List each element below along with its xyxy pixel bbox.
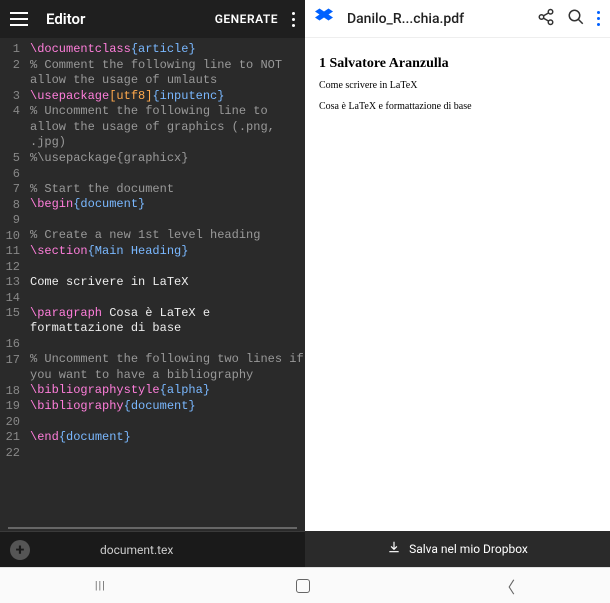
add-tab-button[interactable]: + [10, 540, 30, 560]
pdf-footer: Salva nel mio Dropbox [305, 531, 610, 567]
pdf-overflow-icon[interactable] [597, 11, 600, 26]
menu-icon[interactable] [10, 12, 28, 26]
pdf-section-heading: 1 Salvatore Aranzulla [319, 56, 596, 72]
save-dropbox-button[interactable]: Salva nel mio Dropbox [409, 542, 528, 556]
pdf-text-line: Cosa è LaTeX e formattazione di base [319, 101, 596, 112]
download-icon [387, 540, 401, 558]
tab-filename[interactable]: document.tex [100, 543, 173, 557]
android-navbar: ||| 〈 [0, 567, 610, 603]
pdf-pane: Danilo_R...chia.pdf 1 Salvatore Aranzull… [305, 0, 610, 567]
dropbox-icon[interactable] [315, 7, 333, 30]
code-editor[interactable]: 12345678910111213141516171819202122 \doc… [0, 38, 305, 527]
editor-pane: Editor GENERATE 123456789101112131415161… [0, 0, 305, 567]
overflow-icon[interactable] [292, 12, 295, 27]
pdf-text-line: Come scrivere in LaTeX [319, 80, 596, 91]
code-content[interactable]: \documentclass{article}% Comment the fol… [24, 42, 305, 527]
search-icon[interactable] [567, 8, 585, 30]
nav-back-button[interactable]: 〈 [499, 574, 515, 598]
line-gutter: 12345678910111213141516171819202122 [0, 42, 24, 527]
pdf-header: Danilo_R...chia.pdf [305, 0, 610, 38]
generate-button[interactable]: GENERATE [215, 12, 278, 26]
editor-tabs: + document.tex [0, 531, 305, 567]
share-icon[interactable] [537, 8, 555, 30]
pdf-content[interactable]: 1 Salvatore Aranzulla Come scrivere in L… [305, 38, 610, 531]
nav-recents-button[interactable]: ||| [95, 579, 106, 592]
nav-home-button[interactable] [296, 579, 310, 593]
editor-header: Editor GENERATE [0, 0, 305, 38]
divider [8, 527, 297, 529]
editor-title: Editor [46, 10, 215, 28]
pdf-filename: Danilo_R...chia.pdf [347, 11, 525, 27]
